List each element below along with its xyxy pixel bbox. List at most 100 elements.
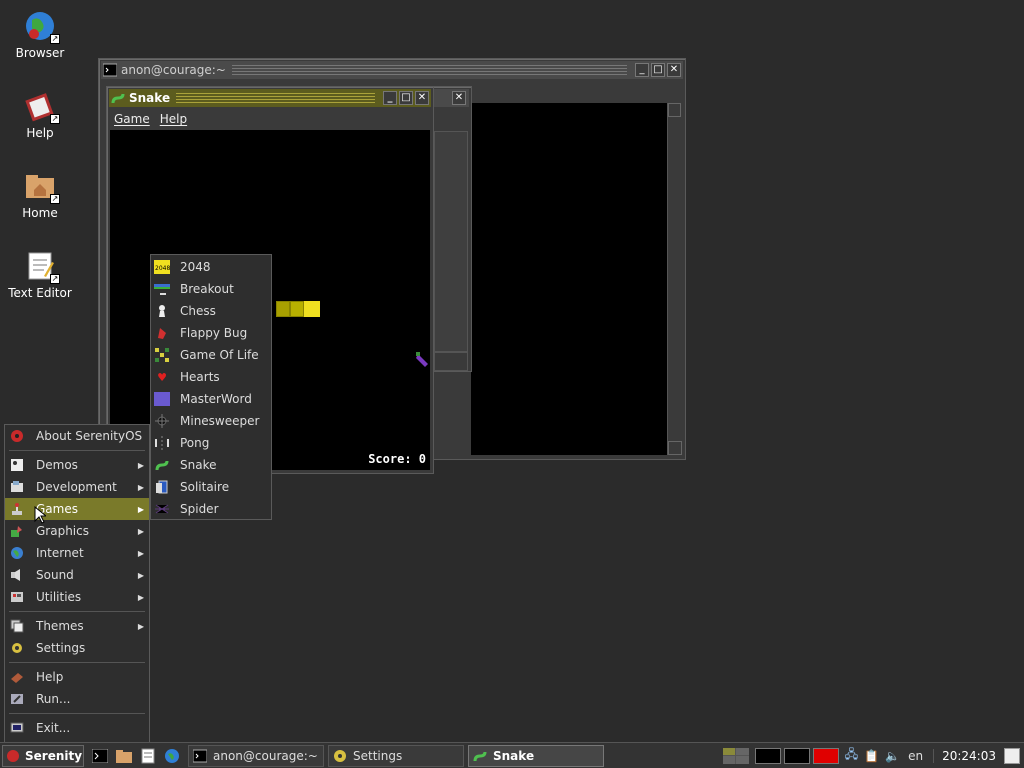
menu-item-internet[interactable]: Internet ▶ [5,542,149,564]
close-button[interactable]: ✕ [667,63,681,77]
minimize-button[interactable]: _ [635,63,649,77]
game-item-masterword[interactable]: MasterWord [151,388,271,410]
clock[interactable]: 20:24:03 [933,748,1004,763]
notification-icon[interactable] [1004,747,1020,764]
game-item-snake[interactable]: Snake [151,454,271,476]
scroll-down-arrow[interactable] [668,441,682,455]
menu-item-games[interactable]: Games ▶ [5,498,149,520]
network-graph[interactable] [812,747,839,764]
desktop-icon-label: Home [22,206,58,220]
menu-item-help[interactable]: Help [5,666,149,688]
menu-item-run[interactable]: Run... [5,688,149,710]
serenity-logo-icon [7,749,19,762]
game-item-flappy-bug[interactable]: Flappy Bug [151,322,271,344]
terminal-scrollbar[interactable] [667,103,682,455]
minimize-button[interactable]: _ [383,91,397,105]
chess-pawn-icon [154,303,170,319]
settings-window[interactable]: ✕ [430,86,472,372]
menu-item-sound[interactable]: Sound ▶ [5,564,149,586]
desktop-icon-home[interactable]: ↗ Home [0,170,80,220]
scroll-up-arrow[interactable] [668,103,681,117]
menu-item-demos[interactable]: Demos ▶ [5,454,149,476]
cpu-graph[interactable] [754,747,781,764]
masterword-icon [154,391,170,407]
graphics-icon [9,523,25,539]
spider-icon [154,501,170,517]
exit-icon [9,720,25,736]
demos-icon [9,457,25,473]
menu-item-utilities[interactable]: Utilities ▶ [5,586,149,608]
maximize-button[interactable]: □ [651,63,665,77]
menu-item-themes[interactable]: Themes ▶ [5,615,149,637]
help-book-icon [9,669,25,685]
menu-item-graphics[interactable]: Graphics ▶ [5,520,149,542]
titlebar-stripes [176,93,375,103]
game-item-pong[interactable]: Pong [151,432,271,454]
settings-gear-icon [9,640,25,656]
flappy-bug-icon [154,325,170,341]
volume-icon[interactable]: 🔈 [885,749,900,763]
snake-icon [111,93,125,104]
clipboard-icon[interactable]: 📋 [864,749,879,763]
internet-icon [9,545,25,561]
quicklaunch-text-editor[interactable] [138,746,158,766]
game-item-chess[interactable]: Chess [151,300,271,322]
desktop-icon-label: Browser [15,46,65,60]
heart-icon: ♥ [157,370,167,384]
memory-graph[interactable] [783,747,810,764]
submenu-arrow-icon: ▶ [137,526,144,536]
close-button[interactable]: ✕ [415,91,429,105]
fruit-icon [416,352,428,367]
menu-separator [9,713,145,714]
game-item-spider[interactable]: Spider [151,498,271,520]
task-button-settings[interactable]: Settings [328,744,464,767]
task-button-terminal[interactable]: anon@courage:~ [188,744,324,767]
terminal-icon [92,748,108,763]
snake-body [276,301,322,317]
terminal-titlebar[interactable]: anon@courage:~ _ □ ✕ [101,61,683,79]
quicklaunch-terminal[interactable] [90,746,110,766]
snake-titlebar[interactable]: Snake _ □ ✕ [109,89,431,107]
quicklaunch-file-manager[interactable] [114,746,134,766]
menu-help[interactable]: Help [157,112,190,126]
menu-item-exit[interactable]: Exit... [5,717,149,739]
game-item-2048[interactable]: 2048 2048 [151,256,271,278]
game-item-breakout[interactable]: Breakout [151,278,271,300]
workspace-switcher[interactable] [722,747,749,764]
game-item-hearts[interactable]: ♥ Hearts [151,366,271,388]
file-manager-icon [116,749,132,763]
settings-titlebar[interactable]: ✕ [430,89,469,107]
menu-item-settings[interactable]: Settings [5,637,149,659]
close-button[interactable]: ✕ [452,91,466,105]
menu-separator [9,611,145,612]
settings-button[interactable] [434,351,468,371]
quicklaunch-browser[interactable] [162,746,182,766]
desktop-icon-label: Help [26,126,54,140]
sound-icon [9,567,25,583]
game-item-minesweeper[interactable]: Minesweeper [151,410,271,432]
menu-game[interactable]: Game [111,112,153,126]
task-button-snake[interactable]: Snake [468,744,604,767]
system-tray: 🖧 📋 🔈 en 20:24:03 [722,743,1024,768]
game-of-life-icon [154,347,170,363]
titlebar-stripes [231,65,627,75]
terminal-content[interactable] [471,103,667,455]
menu-item-development[interactable]: Development ▶ [5,476,149,498]
desktop-icon-browser[interactable]: ↗ Browser [0,10,80,60]
menu-item-about[interactable]: About SerenityOS [5,425,149,447]
desktop-icon-help[interactable]: ↗ Help [0,90,80,140]
themes-icon [9,618,25,634]
network-icon[interactable]: 🖧 [845,745,858,766]
svg-text:2048: 2048 [155,265,170,272]
submenu-arrow-icon: ▶ [137,570,144,580]
keymap-indicator[interactable]: en [908,749,923,763]
globe-icon: ↗ [24,10,60,44]
game-item-solitaire[interactable]: Solitaire [151,476,271,498]
menu-separator [9,662,145,663]
desktop-icon-text-editor[interactable]: ↗ Text Editor [0,250,80,300]
start-button[interactable]: Serenity [2,744,84,767]
games-submenu: 2048 2048 Breakout Chess Flappy Bug Game… [150,254,272,520]
mouse-cursor-icon [34,506,46,524]
game-item-game-of-life[interactable]: Game Of Life [151,344,271,366]
maximize-button[interactable]: □ [399,91,413,105]
